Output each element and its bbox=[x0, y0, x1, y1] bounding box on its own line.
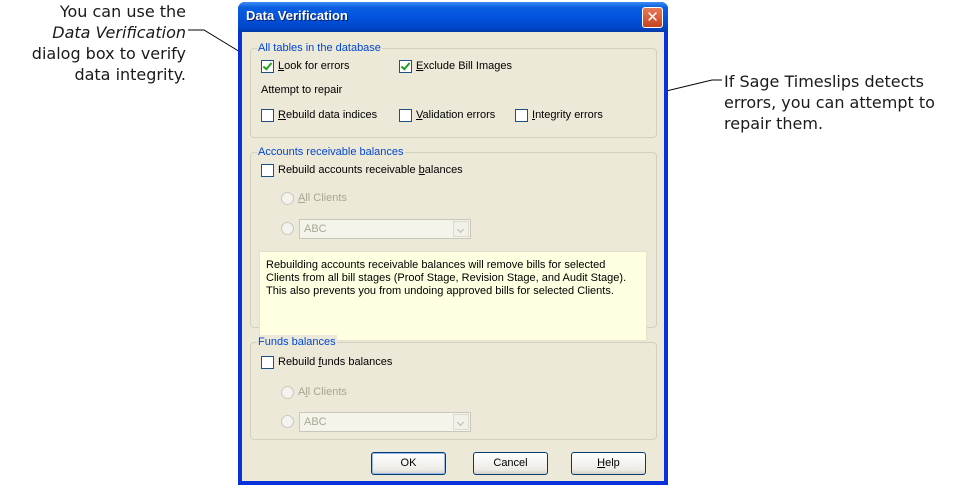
funds-client-select-value: ABC bbox=[304, 416, 327, 428]
chevron-down-icon[interactable] bbox=[453, 221, 469, 237]
label-part: l Clients bbox=[307, 386, 347, 398]
funds-client-select[interactable]: ABC bbox=[299, 412, 471, 432]
ar-client-select-value: ABC bbox=[304, 223, 327, 235]
checkbox-icon bbox=[515, 109, 528, 122]
ar-balances-group: Accounts receivable balances Rebuild acc… bbox=[250, 145, 657, 341]
radio-icon bbox=[281, 415, 294, 428]
label-part: alidation errors bbox=[422, 109, 496, 121]
label-part: ook for errors bbox=[284, 60, 350, 72]
attempt-to-repair-label: Attempt to repair bbox=[261, 84, 343, 96]
label-part: xclude Bill Images bbox=[423, 60, 512, 72]
checkbox-icon bbox=[261, 356, 274, 369]
tables-group: All tables in the database Look for erro… bbox=[250, 41, 657, 138]
checkbox-checked-icon bbox=[399, 60, 412, 73]
radio-icon bbox=[281, 192, 294, 205]
label-part: Rebuild accounts receivable bbox=[278, 164, 419, 176]
ar-balances-group-legend: Accounts receivable balances bbox=[257, 145, 405, 159]
radio-icon bbox=[281, 386, 294, 399]
chevron-down-icon[interactable] bbox=[453, 414, 469, 430]
help-button[interactable]: Help bbox=[571, 452, 646, 475]
dialog-body: All tables in the database Look for erro… bbox=[242, 32, 664, 481]
label-part: elp bbox=[605, 457, 620, 469]
ok-button[interactable]: OK bbox=[371, 452, 446, 475]
mnemonic: H bbox=[597, 457, 606, 469]
funds-balances-group-legend: Funds balances bbox=[257, 335, 337, 349]
label-part: alances bbox=[424, 164, 463, 176]
checkbox-icon bbox=[261, 109, 274, 122]
close-button[interactable]: ✕ bbox=[642, 7, 663, 28]
cancel-button[interactable]: Cancel bbox=[473, 452, 548, 475]
title-bar[interactable]: Data Verification ✕ bbox=[238, 2, 668, 32]
label-part: ebuild data indices bbox=[285, 109, 378, 121]
checkbox-checked-icon bbox=[261, 60, 274, 73]
ar-warning-note: Rebuilding accounts receivable balances … bbox=[259, 251, 647, 341]
label-part: ntegrity errors bbox=[535, 109, 603, 121]
label-part: Rebuild bbox=[278, 356, 319, 368]
radio-icon bbox=[281, 222, 294, 235]
checkbox-icon bbox=[399, 109, 412, 122]
data-verification-dialog: Data Verification ✕ All tables in the da… bbox=[238, 2, 668, 485]
ar-client-select[interactable]: ABC bbox=[299, 219, 471, 239]
checkbox-icon bbox=[261, 164, 274, 177]
funds-balances-group: Funds balances Rebuild funds balances Al… bbox=[250, 335, 657, 440]
close-icon: ✕ bbox=[646, 8, 659, 26]
label-part: ll Clients bbox=[305, 192, 347, 204]
mnemonic: R bbox=[278, 109, 286, 121]
label-part: unds balances bbox=[321, 356, 393, 368]
tables-group-legend: All tables in the database bbox=[257, 41, 382, 55]
dialog-title: Data Verification bbox=[246, 8, 348, 23]
